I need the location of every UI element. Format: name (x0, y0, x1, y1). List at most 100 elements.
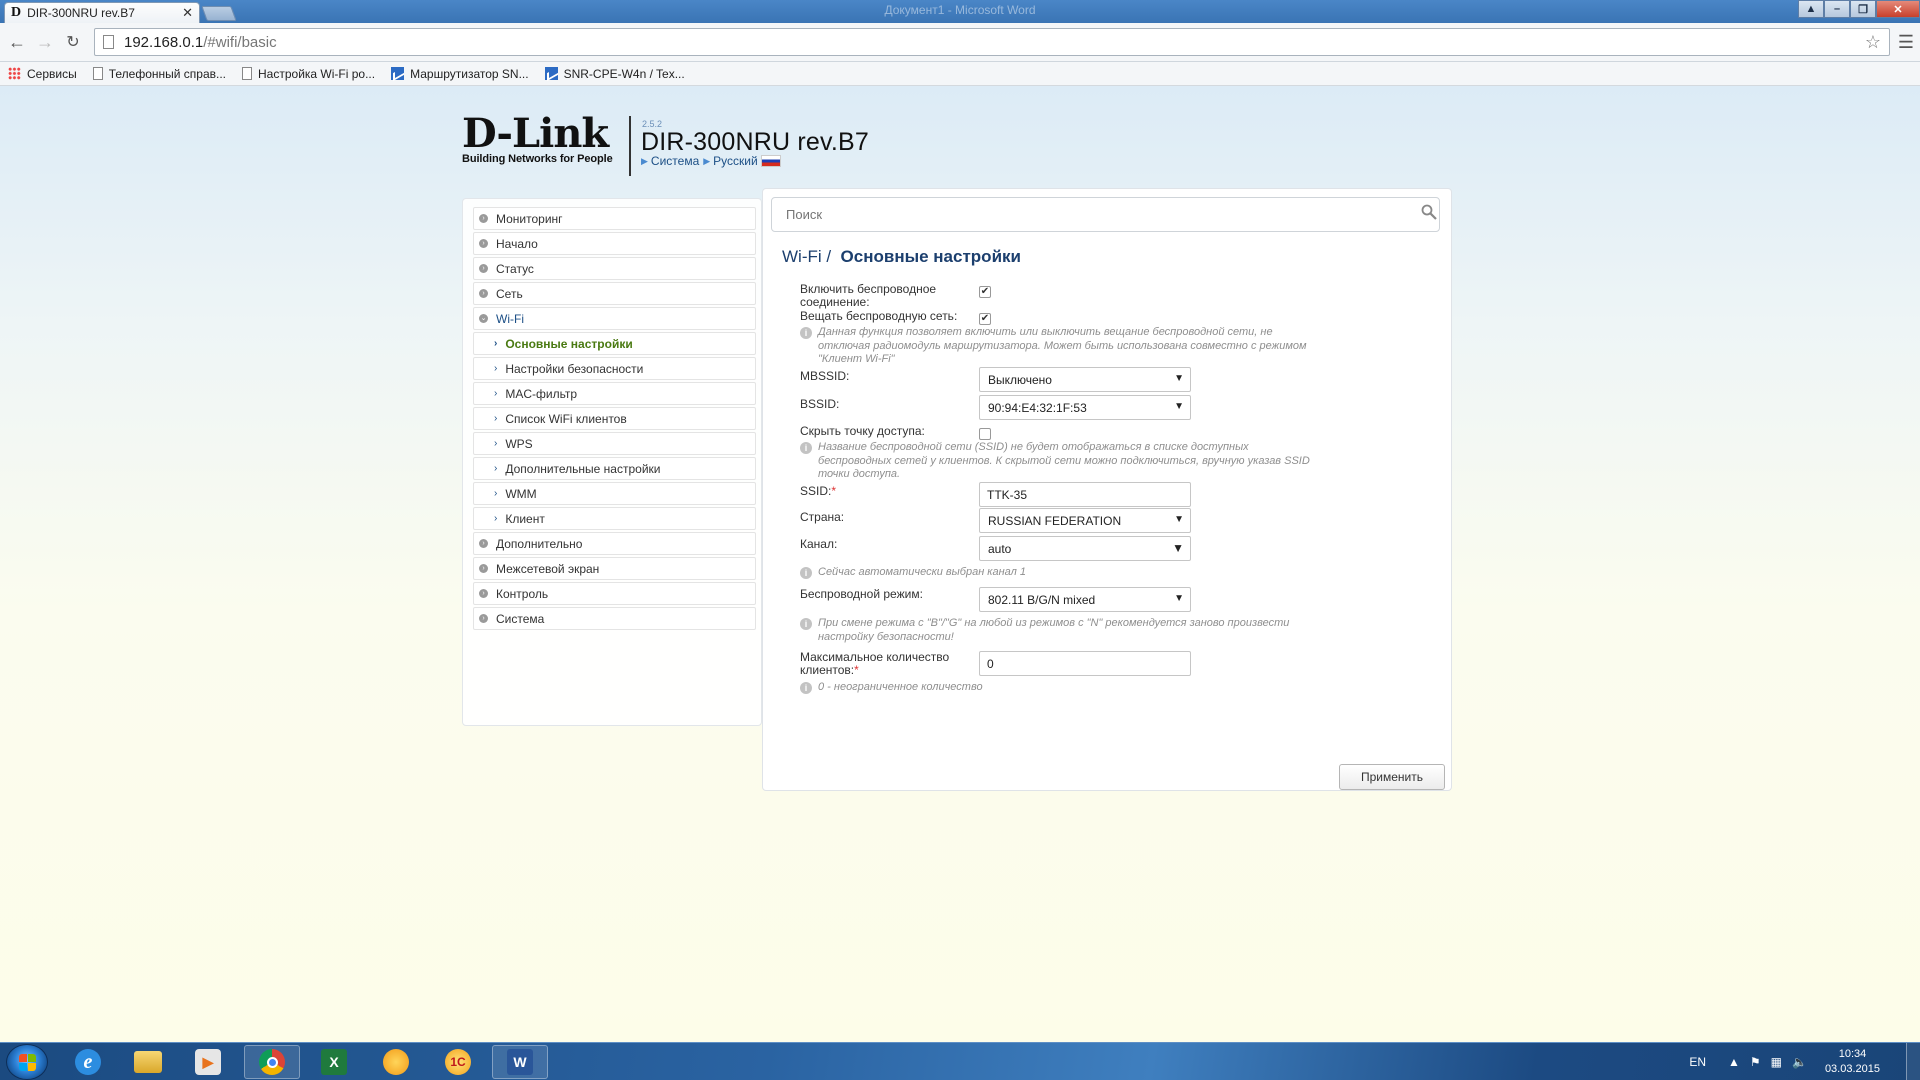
page-title: Wi-Fi / Основные настройки (782, 247, 1021, 267)
sidebar-item-status[interactable]: › Статус (473, 257, 756, 280)
hide-ap-checkbox[interactable] (979, 428, 991, 440)
bookmark-snr-cpe[interactable]: SNR-CPE-W4n / Tex... (544, 67, 685, 81)
dropdown-arrow-icon: ▼ (1174, 514, 1184, 525)
bookmarks-bar: Сервисы Телефонный справ... Настройка Wi… (0, 62, 1920, 86)
sidebar-subitem-wifi-clients[interactable]: › Список WiFi клиентов (473, 407, 756, 430)
arrow-right-icon: › (494, 488, 498, 499)
taskbar-app-orange[interactable] (368, 1045, 424, 1079)
chrome-center-icon (266, 1056, 278, 1068)
language-indicator[interactable]: EN (1689, 1055, 1706, 1069)
taskbar-explorer[interactable] (120, 1045, 176, 1079)
sidebar-subitem-wps[interactable]: › WPS (473, 432, 756, 455)
bookmark-wifi-setup[interactable]: Настройка Wi-Fi ро... (242, 67, 375, 81)
sidebar-item-network[interactable]: › Сеть (473, 282, 756, 305)
clock[interactable]: 10:34 03.03.2015 (1825, 1047, 1880, 1077)
browser-tab-active[interactable]: D DIR-300NRU rev.B7 ✕ (4, 2, 200, 23)
channel-value: auto (988, 542, 1012, 556)
info-icon: i (800, 567, 812, 579)
sidebar-item-label: Клиент (505, 511, 545, 526)
page-icon (92, 67, 103, 80)
reload-button[interactable]: ↻ (62, 31, 84, 53)
sidebar-subitem-wmm[interactable]: › WMM (473, 482, 756, 505)
window-controls: ▲ – ❐ ✕ (1798, 0, 1920, 18)
sidebar-item-label: MAC-фильтр (505, 386, 578, 401)
bookmark-phone-directory[interactable]: Телефонный справ... (92, 67, 226, 81)
close-tab-icon[interactable]: ✕ (182, 5, 193, 21)
wireless-mode-select[interactable]: 802.11 B/G/N mixed ▼ (979, 587, 1191, 612)
broadcast-label: Вещать беспроводную сеть: (800, 309, 958, 323)
sidebar-item-additional[interactable]: › Дополнительно (473, 532, 756, 555)
chrome-menu-icon[interactable]: ☰ (1898, 32, 1914, 53)
triangle-icon: ▶ (641, 155, 648, 166)
sidebar-item-label: Дополнительно (496, 536, 583, 551)
address-bar[interactable]: 192.168.0.1/#wifi/basic ☆ (94, 28, 1890, 56)
mbssid-select[interactable]: Выключено ▼ (979, 367, 1191, 392)
bookmark-star-icon[interactable]: ☆ (1865, 32, 1881, 53)
wireless-mode-label: Беспроводной режим: (800, 587, 923, 601)
tray-expand-icon[interactable]: ▲ (1728, 1055, 1740, 1069)
volume-icon[interactable]: 🔈 (1792, 1055, 1807, 1069)
sidebar-menu: › Мониторинг › Начало › Статус › Сеть ⌄ Wi-Fi… (462, 198, 762, 726)
window-close-button[interactable]: ✕ (1876, 0, 1920, 18)
sidebar-item-firewall[interactable]: › Межсетевой экран (473, 557, 756, 580)
user-icon[interactable]: ▲ (1798, 0, 1824, 18)
ssid-input[interactable] (979, 482, 1191, 507)
taskbar-word[interactable]: W (492, 1045, 548, 1079)
bookmark-apps[interactable]: Сервисы (8, 67, 77, 81)
max-clients-hint: i 0 - неограниченное количество (800, 681, 1320, 695)
sidebar-subitem-mac-filter[interactable]: › MAC-фильтр (473, 382, 756, 405)
start-button[interactable] (6, 1044, 48, 1080)
network-icon[interactable]: ▦ (1771, 1055, 1782, 1069)
taskbar-chrome[interactable] (244, 1045, 300, 1079)
search-input[interactable] (771, 197, 1440, 232)
language-link[interactable]: Русский (713, 154, 758, 168)
sidebar-subitem-client[interactable]: › Клиент (473, 507, 756, 530)
sidebar-subitem-security[interactable]: › Настройки безопасности (473, 357, 756, 380)
sidebar-item-control[interactable]: › Контроль (473, 582, 756, 605)
brand-logo: D-Link Building Networks for People (462, 110, 613, 166)
sidebar-item-label: Wi-Fi (496, 311, 524, 326)
hide-ap-hint: i Название беспроводной сети (SSID) не б… (800, 441, 1320, 482)
max-clients-input[interactable] (979, 651, 1191, 676)
new-tab-button[interactable] (201, 6, 237, 21)
taskbar-1c[interactable]: 1С (430, 1045, 486, 1079)
sidebar-item-monitoring[interactable]: › Мониторинг (473, 207, 756, 230)
taskbar-internet-explorer[interactable]: e (60, 1045, 116, 1079)
settings-panel: Wi-Fi / Основные настройки Включить бесп… (762, 188, 1452, 791)
bssid-select[interactable]: 90:94:E4:32:1F:53 ▼ (979, 395, 1191, 420)
hint-text: При смене режима с "B"/"G" на любой из р… (818, 617, 1290, 643)
page-icon (242, 67, 253, 80)
sidebar-subitem-basic-settings[interactable]: › Основные настройки (473, 332, 756, 355)
tab-title: DIR-300NRU rev.B7 (27, 6, 135, 20)
system-link[interactable]: Система (651, 154, 699, 168)
russian-flag-icon[interactable] (760, 155, 781, 167)
sidebar-subitem-advanced[interactable]: › Дополнительные настройки (473, 457, 756, 480)
apps-grid-icon (8, 67, 21, 80)
channel-select[interactable]: auto ▼ (979, 536, 1191, 561)
sidebar-item-label: Контроль (496, 586, 549, 601)
taskbar-excel[interactable]: X (306, 1045, 362, 1079)
minimize-button[interactable]: – (1824, 0, 1850, 18)
taskbar-media-player[interactable]: ▶ (180, 1045, 236, 1079)
dropdown-arrow-icon: ▼ (1172, 541, 1184, 555)
window-title: Документ1 - Microsoft Word (884, 3, 1036, 17)
sidebar-item-system[interactable]: › Система (473, 607, 756, 630)
sidebar-item-wifi[interactable]: ⌄ Wi-Fi (473, 307, 756, 330)
country-select[interactable]: RUSSIAN FEDERATION ▼ (979, 508, 1191, 533)
bookmark-router-snr[interactable]: Маршрутизатор SN... (391, 67, 529, 81)
apply-button[interactable]: Применить (1339, 764, 1445, 790)
action-center-flag-icon[interactable]: ⚑ (1750, 1055, 1761, 1069)
sidebar-item-start[interactable]: › Начало (473, 232, 756, 255)
broadcast-checkbox[interactable]: ✔ (979, 313, 991, 325)
chevron-right-icon: › (479, 214, 488, 223)
search-icon[interactable] (1421, 204, 1437, 220)
forward-button[interactable]: → (34, 31, 56, 53)
wireless-mode-hint: i При смене режима с "B"/"G" на любой из… (800, 617, 1320, 644)
dlink-logo: D-Link (462, 110, 609, 157)
brand-divider (629, 116, 631, 176)
bssid-label: BSSID: (800, 397, 840, 411)
enable-wireless-checkbox[interactable]: ✔ (979, 286, 991, 298)
back-button[interactable]: ← (6, 31, 28, 53)
maximize-button[interactable]: ❐ (1850, 0, 1876, 18)
show-desktop-button[interactable] (1906, 1043, 1920, 1080)
